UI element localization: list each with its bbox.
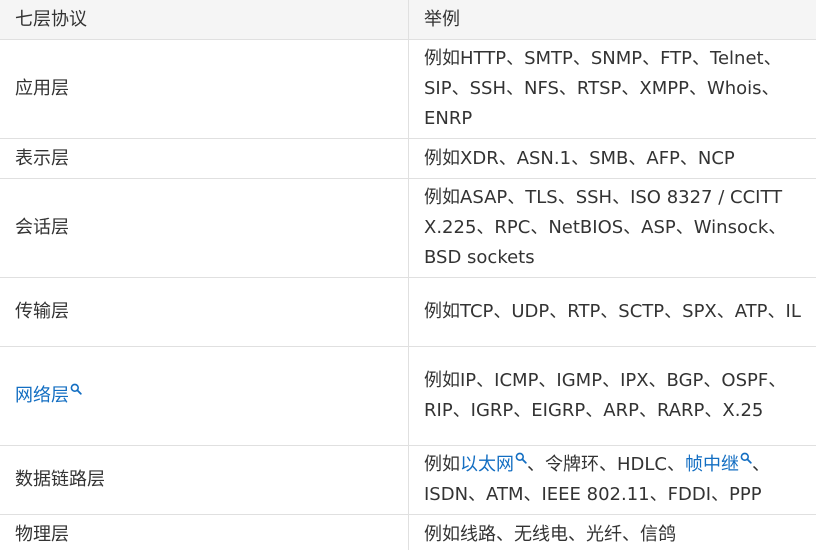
layer-name: 物理层 (0, 514, 409, 550)
table-row: 会话层 例如ASAP、TLS、SSH、ISO 8327 / CCITT X.22… (0, 178, 816, 278)
search-icon (70, 383, 82, 395)
layer-name: 数据链路层 (0, 445, 409, 515)
layer-example: 例如ASAP、TLS、SSH、ISO 8327 / CCITT X.225、RP… (408, 178, 816, 278)
osi-layers-table: 七层协议 举例 应用层 例如HTTP、SMTP、SNMP、FTP、Telnet、… (0, 0, 816, 550)
frame-relay-link[interactable]: 帧中继 (685, 452, 752, 475)
layer-example: 例如TCP、UDP、RTP、SCTP、SPX、ATP、IL (408, 277, 816, 347)
table-row: 数据链路层 例如以太网 、令牌环、HDLC、帧中继 、ISDN、ATM、IEEE 8… (0, 445, 816, 515)
layer-name-cell: 网络层 (0, 346, 409, 446)
layer-example: 例如线路、无线电、光纤、信鸽 (408, 514, 816, 550)
header-example: 举例 (408, 0, 816, 40)
layer-example: 例如IP、ICMP、IGMP、IPX、BGP、OSPF、RIP、IGRP、EIG… (408, 346, 816, 446)
header-layer: 七层协议 (0, 0, 409, 40)
layer-example-cell: 例如以太网 、令牌环、HDLC、帧中继 、ISDN、ATM、IEEE 802.11、… (408, 445, 816, 515)
table-row: 物理层 例如线路、无线电、光纤、信鸽 (0, 514, 816, 550)
table-row: 应用层 例如HTTP、SMTP、SNMP、FTP、Telnet、SIP、SSH、… (0, 39, 816, 139)
frame-relay-link-text: 帧中继 (685, 454, 739, 475)
ethernet-link-text: 以太网 (460, 454, 514, 475)
layer-example: 例如HTTP、SMTP、SNMP、FTP、Telnet、SIP、SSH、NFS、… (408, 39, 816, 139)
table-row: 网络层 例如IP、ICMP、IGMP、IPX、BGP、OSPF、RIP、IGRP… (0, 346, 816, 446)
layer-name: 表示层 (0, 138, 409, 179)
ethernet-link[interactable]: 以太网 (460, 452, 527, 475)
layer-name: 应用层 (0, 39, 409, 139)
table-row: 传输层 例如TCP、UDP、RTP、SCTP、SPX、ATP、IL (0, 277, 816, 347)
search-icon (515, 452, 527, 464)
table-header-row: 七层协议 举例 (0, 0, 816, 40)
network-layer-link[interactable]: 网络层 (15, 383, 82, 406)
table-row: 表示层 例如XDR、ASN.1、SMB、AFP、NCP (0, 138, 816, 179)
layer-name: 会话层 (0, 178, 409, 278)
example-prefix: 例如 (424, 454, 460, 475)
layer-name: 传输层 (0, 277, 409, 347)
layer-example: 例如XDR、ASN.1、SMB、AFP、NCP (408, 138, 816, 179)
search-icon (740, 452, 752, 464)
example-mid: 、令牌环、HDLC、 (527, 454, 685, 475)
network-layer-link-text: 网络层 (15, 385, 69, 406)
